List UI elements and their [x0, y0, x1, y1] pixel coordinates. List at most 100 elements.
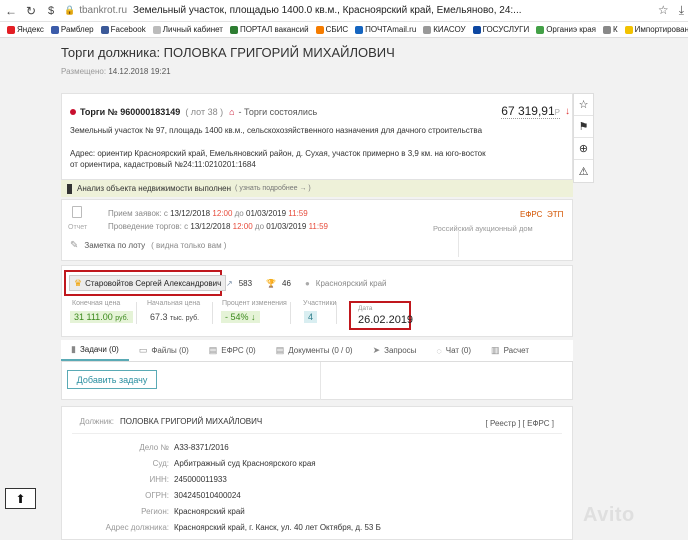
winner-highlight: ♛ Старовойтов Сергей Александрович: [64, 270, 227, 296]
bookmark-favicon-icon: [7, 25, 15, 34]
bookmark-item[interactable]: К: [603, 25, 618, 34]
bookmark-item[interactable]: КИАСОУ: [423, 25, 466, 34]
debtor-card: Должник: ПОЛОВКА ГРИГОРИЙ МИХАЙЛОВИЧ [ Р…: [61, 406, 573, 540]
bookmark-item[interactable]: ПОЧТАmail.ru: [355, 25, 416, 34]
url-domain: tbankrot.ru: [79, 5, 128, 16]
lot-price[interactable]: 67 319,91Р: [501, 104, 560, 119]
auction-date-highlight: Дата 26.02.2019: [349, 301, 414, 330]
page-title: Торги должника: ПОЛОВКА ГРИГОРИЙ МИХАЙЛО…: [61, 45, 395, 60]
participants-label: Участники: [303, 300, 337, 307]
tab-chart[interactable]: ▥ Расчет: [481, 340, 539, 361]
download-icon[interactable]: ⤓: [679, 3, 684, 18]
tab-label: Расчет: [503, 346, 530, 355]
etp-link[interactable]: ЭТП: [547, 210, 563, 219]
bookmark-favicon-icon: [355, 25, 364, 34]
analysis-text: Анализ объекта недвижимости выполнен: [77, 184, 232, 193]
winner-chip[interactable]: ♛ Старовойтов Сергей Александрович: [69, 275, 227, 291]
debtor-field-label: Суд:: [152, 459, 169, 468]
lot-tabs: ▮ Задачи (0) ▭ Файлы (0) ▤ ЕФРС (0) ▤ Документы…: [61, 340, 573, 362]
debtor-field-value: Красноярский край, г. Канск, ул. 40 лет …: [174, 523, 381, 532]
debtor-field-label: Регион:: [141, 507, 169, 516]
browser-address-bar: ← ↻ $ 🔒 tbankrot.ru Земельный участок, п…: [0, 0, 688, 22]
posted-date: Размещено: 14.12.2018 19:21: [61, 67, 171, 76]
price-down-icon: ↓: [565, 106, 570, 117]
bookmark-icon[interactable]: ⚑: [574, 116, 593, 138]
debtor-label: Должник:: [79, 417, 114, 426]
bookmark-star-icon[interactable]: ☆: [658, 3, 669, 18]
tab-label: Документы (0 / 0): [288, 346, 353, 355]
tab-send[interactable]: ➤ Запросы: [363, 340, 427, 361]
dates-card: Отчет Прием заявок: с 13/12/2018 12:00 д…: [61, 199, 573, 261]
efrs-link[interactable]: ЕФРС: [520, 210, 542, 219]
bookmark-favicon-icon: [472, 25, 481, 34]
divider: [136, 302, 137, 324]
avito-watermark: Avito: [583, 504, 635, 526]
add-task-button[interactable]: Добавить задачу: [67, 370, 157, 389]
tab-label: Задачи (0): [79, 345, 119, 354]
reload-icon[interactable]: ↻: [24, 4, 38, 18]
debtor-field-label: ИНН:: [149, 475, 169, 484]
bookmark-item[interactable]: ГОСУСЛУГИ: [472, 25, 529, 34]
divider: [290, 302, 291, 324]
final-price-label: Конечная цена: [72, 300, 121, 307]
bookmark-item[interactable]: ПОРТАЛ вакансий: [229, 25, 309, 34]
location-icon: ●: [304, 279, 310, 288]
divider: [320, 362, 321, 400]
book-icon: ▮: [71, 344, 76, 354]
lot-number[interactable]: Торги № 960000183149: [80, 107, 180, 117]
divider: [72, 433, 562, 434]
url-field[interactable]: 🔒 tbankrot.ru: [64, 5, 127, 16]
chart-icon: ▥: [491, 345, 500, 355]
debtor-field-value: 304245010400024: [174, 491, 241, 500]
bookmark-label: Органиэ края: [546, 25, 596, 34]
start-price: 67.3 тыс. руб.: [150, 312, 200, 322]
winner-views: 583: [238, 279, 253, 288]
bookmark-item[interactable]: Импортировано: [624, 25, 688, 34]
tab-label: Запросы: [384, 346, 417, 355]
tab-doc[interactable]: ▤ ЕФРС (0): [199, 340, 266, 361]
crown-icon: ♛: [74, 277, 83, 288]
tab-label: Файлы (0): [151, 346, 189, 355]
target-icon[interactable]: ⊕: [574, 138, 593, 160]
dollar-icon[interactable]: $: [44, 5, 58, 17]
chat-icon: ◌: [436, 345, 442, 356]
platform-name[interactable]: Российский аукционный дом: [433, 224, 533, 233]
lot-note[interactable]: ✎ Заметка по лоту ( видна только вам ): [70, 240, 226, 251]
tab-folder[interactable]: ▭ Файлы (0): [129, 340, 199, 361]
tab-book[interactable]: ▮ Задачи (0): [61, 340, 129, 361]
side-toolbar: ☆ ⚑ ⊕ ⚠: [573, 93, 594, 183]
bookmark-favicon-icon: [100, 25, 109, 34]
house-icon: ⌂: [229, 107, 235, 117]
date-label: Дата: [358, 305, 373, 312]
bookmark-item[interactable]: Органиэ края: [536, 25, 596, 34]
debtor-links[interactable]: [ Реестр ] [ ЕФРС ]: [486, 419, 554, 428]
scroll-top-button[interactable]: ⬆: [5, 488, 36, 509]
debtor-field-label: Дело №: [139, 443, 169, 452]
lot-address: Адрес: ориентир Красноярский край, Емель…: [70, 149, 486, 169]
bookmark-label: ПОЧТАmail.ru: [365, 25, 417, 34]
analysis-more-link[interactable]: ( узнать подробнее → ): [235, 185, 311, 192]
bookmark-item[interactable]: Facebook: [100, 25, 146, 34]
warning-icon[interactable]: ⚠: [574, 160, 593, 182]
participants-count[interactable]: 4: [304, 311, 318, 323]
bookmark-label: Facebook: [110, 25, 146, 34]
auction-dates: Проведение торгов: с 13/12/2018 12:00 до…: [108, 222, 328, 231]
bookmark-label: КИАСОУ: [433, 25, 466, 34]
bookmark-favicon-icon: [152, 25, 161, 34]
auction-date: 26.02.2019: [358, 314, 414, 326]
price-change: - 54% ↓: [221, 311, 260, 323]
doc-icon: ▤: [208, 345, 218, 355]
report-button[interactable]: Отчет: [68, 206, 87, 231]
bookmark-item[interactable]: Яндекс: [7, 25, 44, 34]
tab-chat[interactable]: ◌ Чат (0): [426, 340, 481, 361]
debtor-field-label: ОГРН:: [145, 491, 169, 500]
star-icon[interactable]: ☆: [574, 94, 593, 116]
lot-card: Торги № 960000183149 ( лот 38 ) ⌂ - Торг…: [61, 93, 573, 180]
bookmark-label: Импортировано: [634, 25, 688, 34]
bookmark-item[interactable]: СБИС: [315, 25, 348, 34]
tab-document[interactable]: ▤ Документы (0 / 0): [266, 340, 363, 361]
bookmark-item[interactable]: Рамблер: [50, 25, 94, 34]
back-icon[interactable]: ←: [4, 4, 18, 18]
report-icon: [72, 206, 82, 218]
bookmark-item[interactable]: Личный кабинет: [152, 25, 223, 34]
